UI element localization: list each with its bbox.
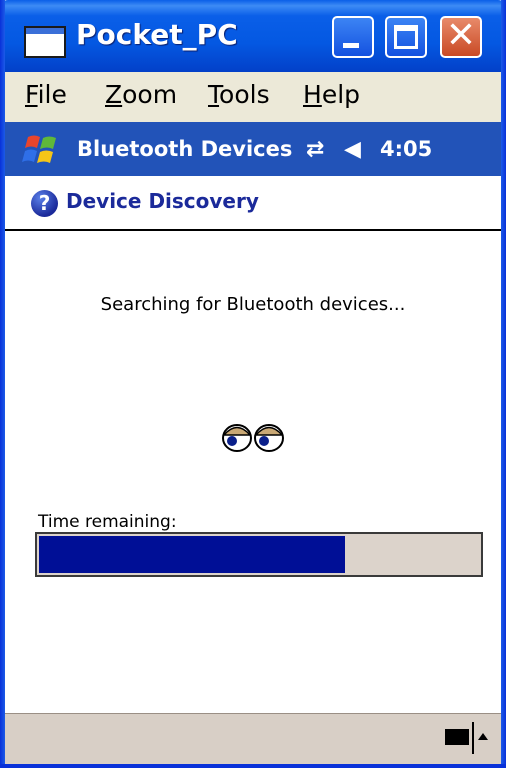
progress-fill: [39, 536, 345, 573]
menu-tools-label: ools: [219, 80, 270, 109]
input-panel-divider: [472, 722, 474, 754]
menu-tools[interactable]: Tools: [208, 80, 270, 109]
window-frame-left: [0, 0, 5, 768]
menu-file[interactable]: File: [25, 80, 67, 109]
minimize-icon: [343, 43, 359, 48]
windows-flag-icon[interactable]: [22, 131, 62, 169]
help-icon: ?: [31, 190, 58, 217]
menu-tools-mnemonic: T: [208, 80, 220, 109]
menu-zoom[interactable]: Zoom: [105, 80, 177, 109]
bottom-command-bar: [5, 713, 501, 765]
window-title: Pocket_PC: [76, 18, 238, 51]
menu-help-mnemonic: H: [303, 80, 322, 109]
close-icon: ✕: [445, 15, 477, 56]
window-frame-bottom: [0, 764, 506, 768]
clock[interactable]: 4:05: [380, 137, 432, 161]
volume-icon[interactable]: ◀: [344, 137, 361, 162]
progress-bar: [35, 532, 483, 577]
menu-file-label: ile: [37, 80, 67, 109]
menu-help-label: elp: [321, 80, 361, 109]
navigation-title[interactable]: Bluetooth Devices: [77, 137, 292, 161]
maximize-button[interactable]: [385, 16, 427, 58]
menu-file-mnemonic: F: [25, 80, 38, 109]
minimize-button[interactable]: [332, 16, 374, 58]
window-frame-right: [501, 0, 506, 768]
close-button[interactable]: ✕: [440, 16, 482, 58]
section-title: Device Discovery: [66, 189, 259, 213]
time-remaining-label: Time remaining:: [38, 512, 177, 532]
searching-eyes-icon: [222, 424, 284, 452]
menu-bar: File Zoom Tools Help: [5, 72, 501, 122]
connectivity-icon[interactable]: ⇄: [306, 137, 324, 162]
input-panel-arrow-icon[interactable]: [478, 733, 488, 740]
menu-help[interactable]: Help: [303, 80, 360, 109]
keyboard-icon[interactable]: [445, 729, 469, 745]
search-status-message: Searching for Bluetooth devices...: [100, 294, 406, 315]
maximize-icon: [394, 25, 418, 49]
menu-zoom-mnemonic: Z: [105, 80, 123, 109]
menu-zoom-label: oom: [122, 80, 178, 109]
window-icon: [24, 26, 66, 58]
